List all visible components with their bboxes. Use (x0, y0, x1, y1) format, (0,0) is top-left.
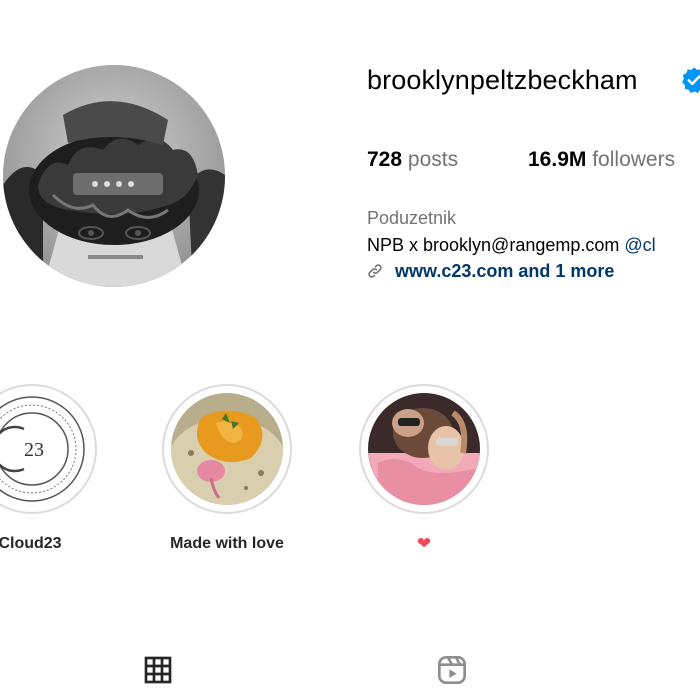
link-icon (368, 264, 382, 278)
bio-text: NPB x brooklyn@rangemp.com @cl (367, 232, 656, 258)
verified-badge-icon (682, 67, 700, 93)
highlight-label-cloud23: Cloud23 (0, 535, 62, 552)
posts-stat: 728 posts (367, 145, 458, 175)
couple-photo (368, 393, 480, 505)
followers-count: 16.9M (528, 148, 587, 171)
cloud23-logo-text: 23 (24, 439, 44, 461)
highlight-label-heart: ❤ (416, 534, 432, 553)
bio-external-link[interactable]: www.c23.com and 1 more (367, 258, 614, 284)
bio-main-text: NPB x brooklyn@rangemp.com (367, 235, 625, 255)
posts-count: 728 (367, 148, 403, 171)
highlight-cloud23[interactable]: 23 (0, 384, 97, 514)
profile-username[interactable]: brooklynpeltzbeckham (367, 60, 638, 100)
grid-icon[interactable] (142, 654, 174, 686)
highlight-made-with-love[interactable] (162, 384, 292, 514)
profile-avatar[interactable] (3, 65, 225, 287)
followers-stat[interactable]: 16.9M followers (528, 145, 675, 175)
followers-label: followers (592, 148, 676, 171)
avatar-photo (3, 65, 225, 287)
highlight-label-made-with-love: Made with love (170, 535, 284, 552)
food-photo (171, 393, 283, 505)
highlight-heart[interactable] (359, 384, 489, 514)
highlight-cover (171, 393, 283, 505)
posts-label: posts (407, 148, 459, 171)
reels-icon[interactable] (436, 654, 468, 686)
bio-link-text: www.c23.com and 1 more (395, 261, 615, 281)
profile-category: Poduzetnik (367, 208, 457, 228)
highlight-cover (368, 393, 480, 505)
bio-mention-link[interactable]: @cl (624, 235, 655, 255)
